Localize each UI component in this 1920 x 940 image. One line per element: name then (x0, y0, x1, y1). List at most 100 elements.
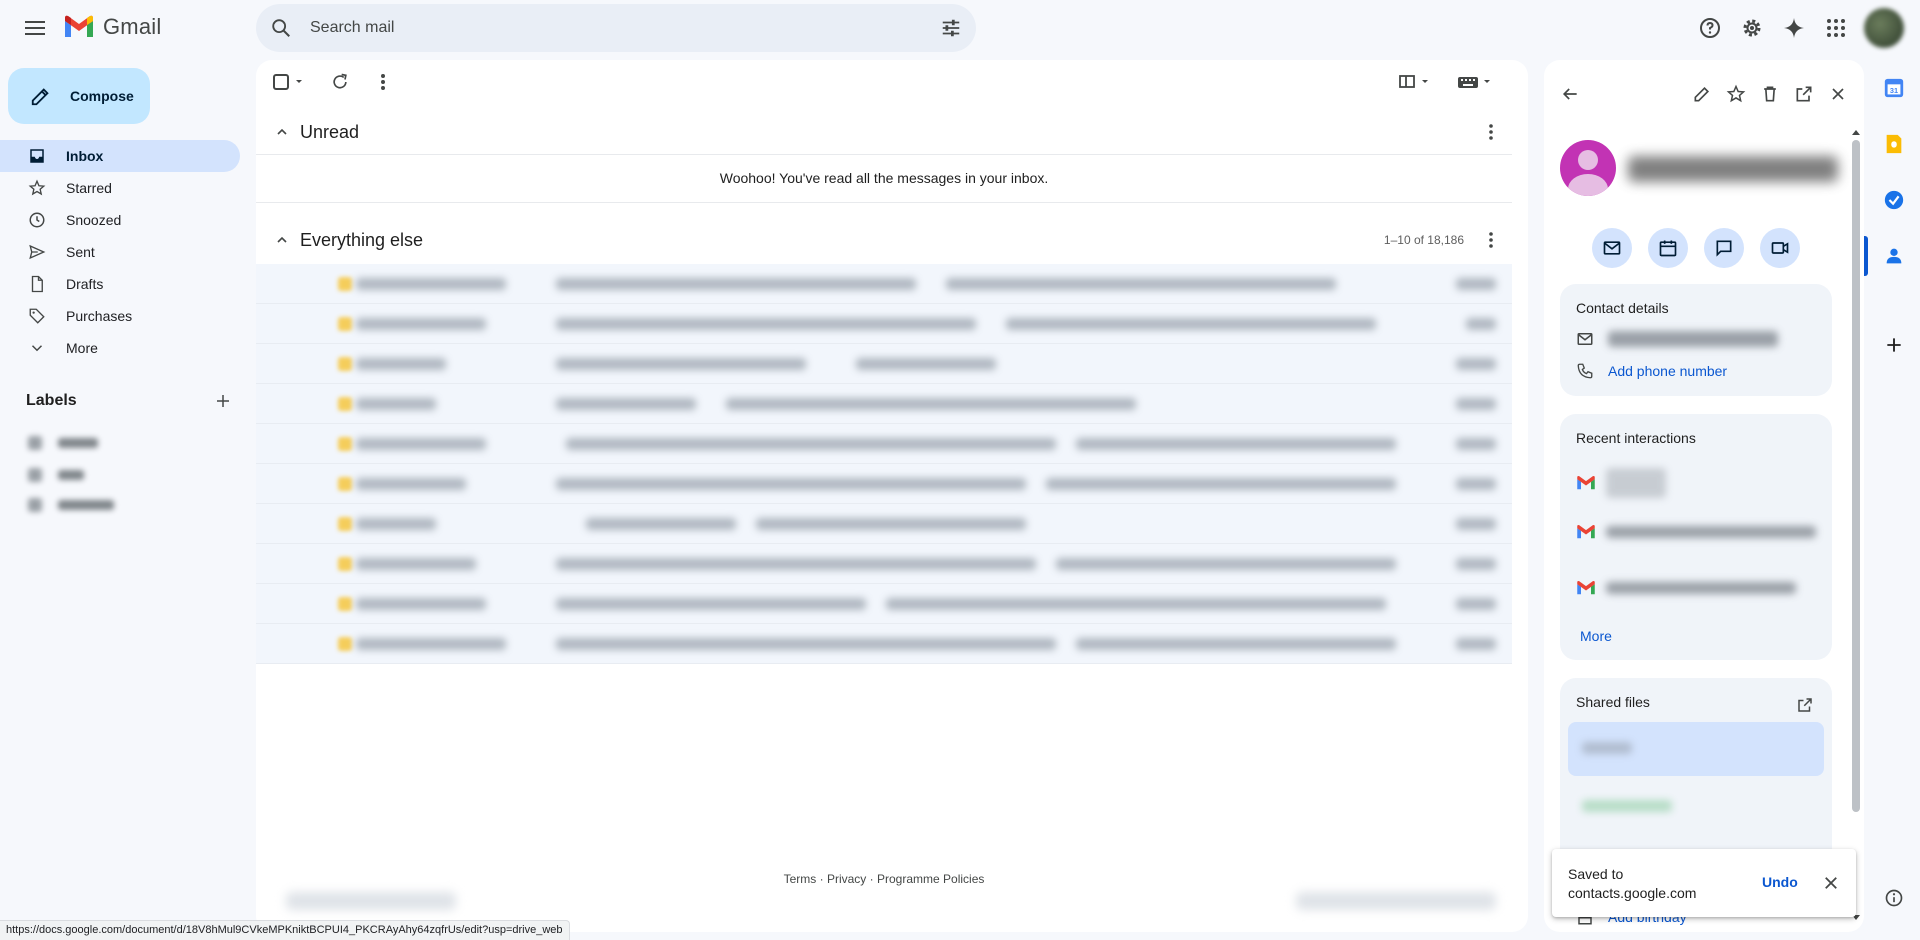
email-row[interactable] (256, 624, 1512, 664)
contacts-app-icon[interactable] (1882, 244, 1906, 268)
close-icon[interactable] (1828, 84, 1848, 104)
search-icon[interactable] (270, 17, 292, 39)
more-options-icon[interactable] (380, 72, 386, 92)
inbox-icon (30, 149, 44, 163)
phone-icon (1577, 363, 1593, 379)
label-item[interactable] (28, 495, 114, 515)
undo-button[interactable]: Undo (1762, 874, 1798, 890)
tasks-app-icon[interactable] (1882, 188, 1906, 212)
interaction-item[interactable] (1576, 524, 1816, 540)
refresh-icon[interactable] (330, 72, 350, 92)
email-row[interactable] (256, 464, 1512, 504)
labels-title: Labels (26, 392, 77, 409)
recent-more-link[interactable]: More (1580, 628, 1612, 644)
apps-grid-icon[interactable] (1822, 14, 1850, 42)
section-title: Everything else (300, 229, 424, 250)
draft-icon (31, 275, 43, 293)
shared-file-item[interactable] (1568, 722, 1824, 776)
star-contact-icon[interactable] (1726, 84, 1746, 104)
email-row[interactable] (256, 424, 1512, 464)
scroll-up-arrow-icon[interactable] (1851, 128, 1861, 136)
add-phone-link[interactable]: Add phone number (1608, 363, 1727, 379)
main-menu-icon[interactable] (22, 16, 50, 40)
close-toast-icon[interactable] (1822, 874, 1840, 892)
email-row[interactable] (256, 264, 1512, 304)
recent-interactions-card: Recent interactions More (1560, 414, 1832, 660)
side-panel-scrollbar[interactable] (1852, 140, 1860, 812)
chat-icon (1716, 240, 1732, 257)
gemini-sparkle-icon[interactable] (1780, 14, 1808, 42)
email-row[interactable] (256, 304, 1512, 344)
settings-gear-icon[interactable] (1738, 14, 1766, 42)
email-row[interactable] (256, 344, 1512, 384)
keep-app-icon[interactable] (1882, 132, 1906, 156)
split-pane-toggle-icon[interactable] (1398, 72, 1430, 92)
open-in-new-icon[interactable] (1794, 84, 1814, 104)
calendar-app-icon[interactable]: 31 (1882, 76, 1906, 100)
calendar-icon (1659, 240, 1677, 257)
collapse-chevron-icon[interactable] (274, 232, 290, 248)
search-options-icon[interactable] (940, 17, 962, 39)
collapse-chevron-icon[interactable] (274, 124, 290, 140)
sidebar-item-drafts[interactable]: Drafts (0, 268, 240, 300)
gmail-icon (1577, 580, 1595, 595)
section-options-icon[interactable] (1488, 231, 1494, 249)
back-arrow-icon[interactable] (1560, 84, 1580, 104)
section-header-unread: Unread (256, 110, 1512, 154)
email-action-button[interactable] (1592, 228, 1632, 268)
video-call-action-button[interactable] (1760, 228, 1800, 268)
toast-message: Saved to contacts.google.com (1568, 866, 1697, 901)
contact-name-blurred (1628, 156, 1838, 182)
open-in-new-icon[interactable] (1796, 696, 1814, 714)
email-row[interactable] (256, 584, 1512, 624)
terms-link[interactable]: Terms (784, 872, 817, 886)
link-status-bar: https://docs.google.com/document/d/18V8h… (0, 920, 570, 940)
delete-trash-icon[interactable] (1760, 84, 1780, 104)
sidebar-item-more[interactable]: More (0, 332, 240, 364)
sidebar-item-label: Purchases (66, 308, 133, 324)
labels-header: Labels (26, 392, 232, 410)
calendar-action-button[interactable] (1648, 228, 1688, 268)
sidebar-item-label: Sent (66, 244, 95, 260)
star-icon (28, 179, 46, 196)
info-icon[interactable] (1882, 886, 1906, 910)
edit-pencil-icon[interactable] (1692, 84, 1712, 104)
sidebar-item-label: Drafts (66, 276, 104, 292)
privacy-link[interactable]: Privacy (827, 872, 866, 886)
send-icon (29, 244, 46, 260)
compose-button[interactable]: Compose (8, 68, 150, 124)
email-row[interactable] (256, 544, 1512, 584)
programme-policies-link[interactable]: Programme Policies (877, 872, 984, 886)
add-label-icon[interactable] (214, 392, 232, 410)
video-icon (1771, 242, 1789, 254)
contact-email-blurred[interactable] (1608, 331, 1778, 347)
sidebar-item-inbox[interactable]: Inbox (0, 140, 240, 172)
sidebar-item-starred[interactable]: Starred (0, 172, 240, 204)
interaction-item[interactable] (1576, 580, 1796, 596)
email-list (256, 264, 1512, 664)
gmail-logo[interactable]: Gmail (63, 14, 161, 40)
label-item[interactable] (28, 433, 98, 453)
sidebar-item-snoozed[interactable]: Snoozed (0, 204, 240, 236)
sidebar-item-sent[interactable]: Sent (0, 236, 240, 268)
sidebar-item-label: More (66, 340, 98, 356)
shared-file-item[interactable] (1568, 780, 1824, 834)
contact-side-panel: Contact details Add phone number Recent … (1544, 60, 1864, 932)
section-options-icon[interactable] (1488, 123, 1494, 141)
select-all-checkbox[interactable] (272, 72, 306, 92)
label-item[interactable] (28, 465, 84, 485)
card-title: Shared files (1576, 694, 1650, 710)
input-tools-keyboard-icon[interactable] (1456, 72, 1492, 92)
sidebar-item-purchases[interactable]: Purchases (0, 300, 240, 332)
contact-avatar (1560, 140, 1616, 196)
email-row[interactable] (256, 384, 1512, 424)
email-row[interactable] (256, 504, 1512, 544)
add-app-icon[interactable] (1882, 333, 1906, 357)
interaction-item[interactable] (1576, 468, 1666, 498)
chat-action-button[interactable] (1704, 228, 1744, 268)
account-avatar[interactable] (1864, 8, 1904, 48)
search-input[interactable] (310, 16, 870, 40)
help-icon[interactable] (1696, 14, 1724, 42)
separator: · (869, 872, 874, 886)
card-title: Recent interactions (1576, 430, 1696, 446)
